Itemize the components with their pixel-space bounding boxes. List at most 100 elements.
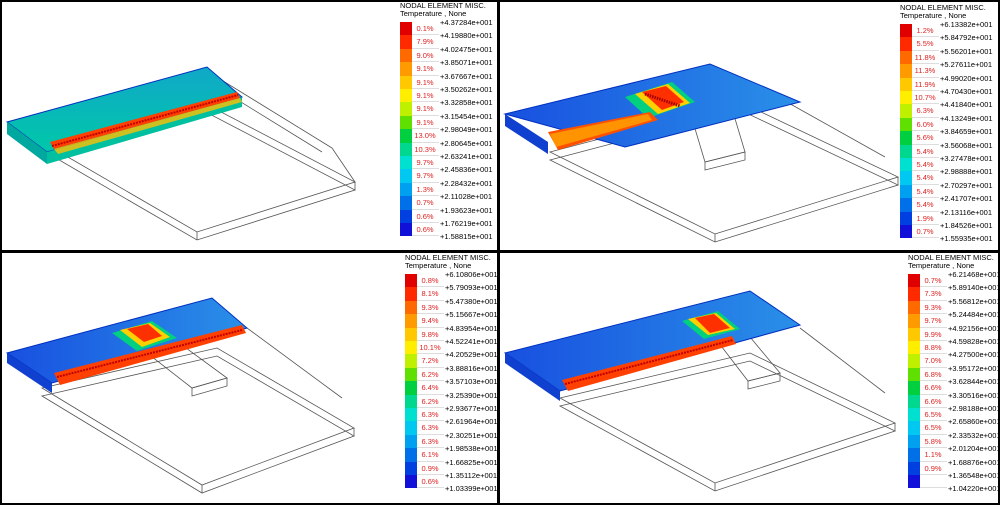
legend-percent: 0.7% (414, 198, 436, 208)
legend-percent: 6.2% (419, 369, 441, 379)
legend-swatch (400, 62, 412, 76)
legend-swatch (908, 341, 920, 355)
legend-value: +1.93623e+001 (440, 205, 493, 215)
legend-value: +2.65860e+001 (948, 417, 998, 427)
legend-swatch (908, 434, 920, 449)
legend-percent: 6.3% (419, 436, 441, 446)
legend-swatch (405, 434, 417, 449)
legend-swatch (908, 475, 920, 489)
legend-swatch (400, 22, 412, 36)
legend-swatch (900, 117, 912, 132)
legend-swatch (908, 421, 920, 435)
legend-value: +2.41707e+001 (940, 194, 993, 204)
legend-value: +3.15454e+001 (440, 111, 493, 121)
legend-swatch (900, 211, 912, 225)
legend-swatch (400, 75, 412, 89)
legend-swatch (908, 314, 920, 328)
legend-value: +1.68876e+001 (948, 457, 998, 467)
legend-subtitle: Temperature , None (900, 11, 967, 20)
legend-percent: 6.2% (419, 396, 441, 406)
legend-value: +3.50262e+001 (440, 85, 493, 94)
legend-percent: 7.2% (419, 356, 441, 366)
legend-swatch (908, 448, 920, 462)
legend-swatch (400, 156, 412, 170)
legend-percent: 7.9% (414, 37, 436, 47)
legend-percent: 0.8% (419, 276, 441, 285)
legend-percent: 6.1% (419, 450, 441, 460)
legend-subtitle: Temperature , None (908, 261, 975, 270)
legend-swatch (400, 223, 412, 237)
legend-value: +1.55935e+001 (940, 234, 993, 244)
legend-percent: 11.3% (914, 66, 936, 76)
legend-swatch (900, 91, 912, 105)
legend-subtitle: Temperature , None (400, 9, 467, 18)
legend-percent: 13.0% (414, 131, 436, 141)
legend-value: +3.56068e+001 (940, 140, 993, 150)
legend-swatch (405, 475, 417, 489)
legend-swatch (405, 327, 417, 341)
legend-value: +5.84792e+001 (940, 33, 993, 43)
legend-swatch (900, 24, 912, 38)
legend-percent: 9.7% (414, 158, 436, 167)
legend-percent: 0.7% (922, 276, 944, 285)
legend-value: +2.11028e+001 (440, 192, 492, 202)
legend-value: +2.45836e+001 (440, 165, 493, 175)
legend-percent-cell (920, 475, 947, 489)
legend-swatch (405, 367, 417, 382)
legend-swatch (908, 327, 920, 341)
legend-percent: 7.3% (922, 289, 944, 299)
legend-value: +2.93677e+001 (445, 404, 497, 413)
legend-percent: 9.8% (419, 329, 441, 339)
legend-swatch (405, 408, 417, 422)
legend-swatch (900, 77, 912, 91)
legend-percent: 5.5% (914, 39, 936, 49)
legend-value: +4.13249e+001 (940, 113, 993, 123)
legend-percent: 5.4% (914, 200, 936, 210)
legend-value: +3.67667e+001 (440, 71, 493, 81)
legend-swatch (405, 448, 417, 462)
legend-value: +6.21468e+001 (948, 270, 998, 279)
legend-value: +3.32858e+001 (440, 98, 493, 108)
legend-value: +1.03399e+001 (445, 484, 497, 494)
legend-percent: 1.2% (914, 26, 936, 35)
legend-swatch (405, 314, 417, 328)
legend-swatch (405, 461, 417, 475)
legend-percent: 0.9% (419, 463, 441, 473)
legend-percent: 8.8% (922, 343, 944, 352)
legend-swatch (908, 300, 920, 315)
legend-value: +4.99020e+001 (940, 73, 993, 83)
legend-percent: 5.4% (914, 186, 936, 196)
legend-percent: 5.4% (914, 160, 936, 169)
legend-value: +2.80645e+001 (440, 138, 493, 148)
legend-swatch (400, 209, 412, 223)
legend-value: +3.30516e+001 (948, 390, 998, 400)
legend-swatch (405, 300, 417, 315)
legend-swatch (900, 198, 912, 212)
legend-percent: 9.3% (922, 302, 944, 312)
legend-value: +4.37284e+001 (440, 18, 493, 27)
legend-value: +2.01204e+001 (948, 444, 998, 454)
legend-value: +2.70297e+001 (940, 180, 993, 190)
legend-percent: 9.9% (922, 329, 944, 339)
legend-swatch (908, 408, 920, 422)
legend-percent: 9.7% (922, 316, 944, 326)
legend-value: +3.27478e+001 (940, 154, 993, 163)
panel-1-legend: NODAL ELEMENT MISC. Temperature , None 0… (400, 2, 493, 241)
legend-swatch (400, 196, 412, 210)
legend-value: +1.98538e+001 (445, 444, 497, 454)
legend-value: +1.58815e+001 (440, 232, 493, 242)
legend-swatch (900, 225, 912, 239)
legend-value: +4.70430e+001 (940, 87, 993, 96)
legend-value: +6.13382e+001 (940, 20, 993, 29)
legend-percent: 0.1% (414, 24, 436, 33)
legend-value: +4.19880e+001 (440, 31, 493, 41)
legend-swatch (400, 142, 412, 156)
legend-swatch (908, 354, 920, 368)
legend-value: +4.92156e+001 (948, 323, 998, 333)
legend-value: +5.27611e+001 (940, 60, 992, 70)
legend-swatch (900, 184, 912, 199)
legend-percent: 5.8% (922, 436, 944, 446)
legend-value: +5.15667e+001 (445, 310, 497, 320)
legend-value: +4.27500e+001 (948, 350, 998, 360)
legend-swatch (900, 144, 912, 158)
